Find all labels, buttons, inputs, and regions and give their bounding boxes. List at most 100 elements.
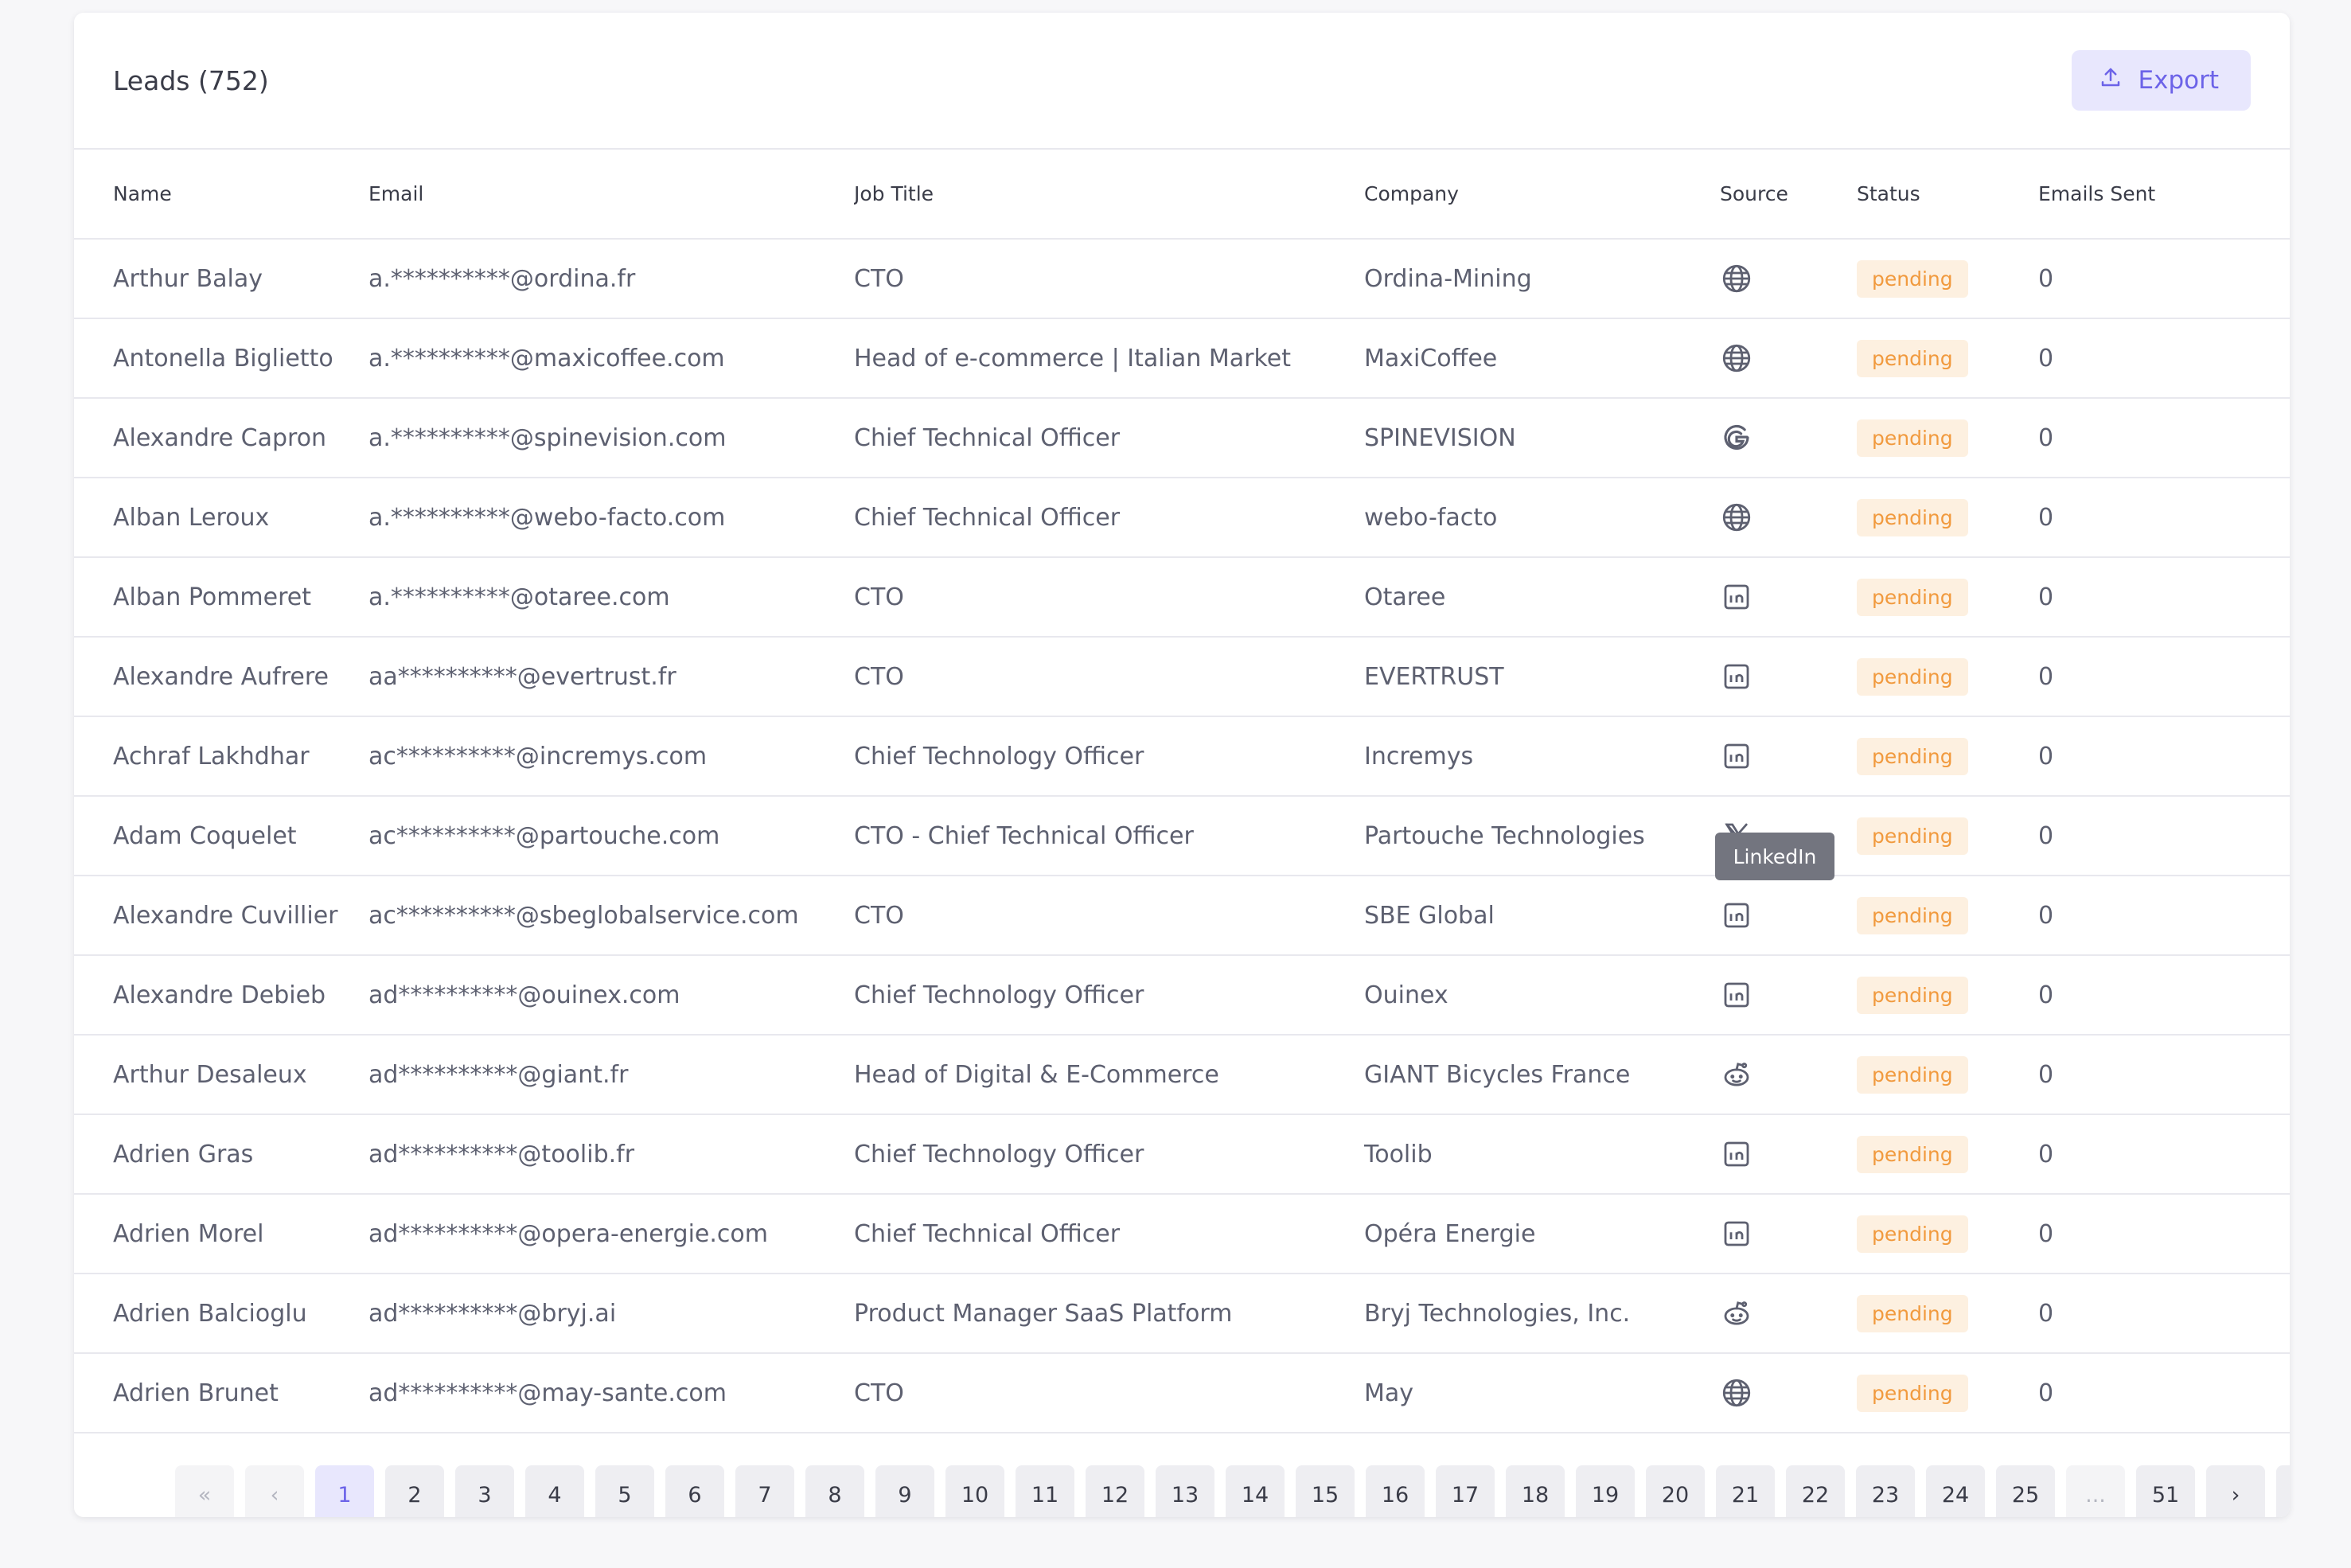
page-button-22[interactable]: 22 [1786,1465,1845,1517]
prev-page-button[interactable]: ‹ [245,1465,304,1517]
column-header-company[interactable]: Company [1364,150,1720,240]
page-button-11[interactable]: 11 [1016,1465,1074,1517]
page-button-3[interactable]: 3 [455,1465,514,1517]
leads-card: Leads (752) Export Name Email Job Title … [74,13,2290,1517]
status-badge: pending [1857,419,1968,457]
table-row[interactable]: Arthur Balay a.**********@ordina.fr CTO Ord… [74,239,2290,318]
linkedin-icon[interactable] [1720,660,1753,693]
lead-emails-sent: 0 [2038,1299,2054,1328]
page-button-13[interactable]: 13 [1156,1465,1214,1517]
lead-job-title: Product Manager SaaS Platform [854,1299,1233,1328]
linkedin-icon[interactable] [1720,1217,1753,1250]
lead-source [1720,955,1857,1035]
linkedin-icon[interactable] [1720,899,1753,932]
column-header-source[interactable]: Source [1720,150,1857,240]
reddit-icon[interactable] [1720,1297,1753,1330]
page-button-15[interactable]: 15 [1296,1465,1355,1517]
table-row[interactable]: Alban Pommeret a.**********@otaree.com CTO… [74,557,2290,637]
lead-job-title: Chief Technical Officer [854,503,1121,532]
lead-source [1720,1114,1857,1194]
lead-status: pending [1857,1035,2038,1114]
page-button-24[interactable]: 24 [1926,1465,1985,1517]
page-button-7[interactable]: 7 [735,1465,794,1517]
lead-source [1720,1353,1857,1433]
next-page-button[interactable]: › [2206,1465,2265,1517]
page-button-20[interactable]: 20 [1646,1465,1705,1517]
lead-status: pending [1857,478,2038,557]
table-row[interactable]: Alexandre Cuvillier ac**********@sbegloba… [74,876,2290,955]
lead-company: Ordina-Mining [1364,264,1532,293]
lead-emails-sent: 0 [2038,423,2054,452]
lead-job-title: Chief Technology Officer [854,981,1144,1009]
table-row[interactable]: Alexandre Aufrere aa**********@evertrust.… [74,637,2290,716]
lead-source [1720,1274,1857,1353]
column-header-emails-sent[interactable]: Emails Sent [2038,150,2290,240]
page-button-1[interactable]: 1 [315,1465,374,1517]
page-button-18[interactable]: 18 [1506,1465,1565,1517]
page-button-10[interactable]: 10 [945,1465,1004,1517]
page-button-14[interactable]: 14 [1226,1465,1285,1517]
page-button-2[interactable]: 2 [385,1465,444,1517]
status-badge: pending [1857,976,1968,1014]
page-button-17[interactable]: 17 [1436,1465,1495,1517]
lead-emails-sent: 0 [2038,503,2054,532]
table-row[interactable]: Alexandre Capron a.**********@spinevision… [74,398,2290,478]
lead-source [1720,876,1857,955]
lead-job-title: CTO [854,662,904,691]
reddit-icon[interactable] [1720,1058,1753,1091]
table-row[interactable]: Arthur Desaleux ad**********@giant.fr Head… [74,1035,2290,1114]
status-badge: pending [1857,578,1968,616]
page-button-6[interactable]: 6 [665,1465,724,1517]
table-row[interactable]: Alexandre Debieb ad**********@ouinex.com C… [74,955,2290,1035]
pagination: «‹ 1 2 3 4 5 6 7 8 9 10 11 12 13 14 15 16 17 18 19 20 21 22 23 2… [175,1465,2290,1517]
globe-icon[interactable] [1720,341,1753,375]
page-button-9[interactable]: 9 [875,1465,934,1517]
table-row[interactable]: Alban Leroux a.**********@webo-facto.com C… [74,478,2290,557]
globe-icon[interactable] [1720,501,1753,534]
page-button-25[interactable]: 25 [1996,1465,2055,1517]
lead-status: pending [1857,1353,2038,1433]
lead-name: Adrien Morel [113,1219,264,1248]
lead-company: Toolib [1364,1140,1433,1168]
page-button-5[interactable]: 5 [595,1465,654,1517]
page-button-4[interactable]: 4 [525,1465,584,1517]
last-page-button[interactable]: » [2276,1465,2290,1517]
lead-email: ad**********@giant.fr [368,1060,629,1089]
column-header-status[interactable]: Status [1857,150,2038,240]
google-icon[interactable] [1720,421,1753,454]
table-row[interactable]: Achraf Lakhdhar ac**********@incremys.com… [74,716,2290,796]
page-button-8[interactable]: 8 [805,1465,864,1517]
page-button-23[interactable]: 23 [1856,1465,1915,1517]
table-row[interactable]: Adam Coquelet ac**********@partouche.com C… [74,796,2290,876]
table-row[interactable]: Adrien Brunet ad**********@may-sante.com C… [74,1353,2290,1433]
table-row[interactable]: Adrien Morel ad**********@opera-energie.c… [74,1194,2290,1274]
export-button[interactable]: Export [2071,50,2251,111]
linkedin-icon[interactable] [1720,580,1753,614]
linkedin-icon[interactable] [1720,739,1753,773]
linkedin-icon[interactable] [1720,1137,1753,1171]
first-page-button[interactable]: « [175,1465,234,1517]
lead-company: SBE Global [1364,901,1495,930]
globe-icon[interactable] [1720,1376,1753,1410]
lead-job-title: Chief Technical Officer [854,423,1121,452]
lead-status: pending [1857,398,2038,478]
page-button-16[interactable]: 16 [1366,1465,1425,1517]
table-row[interactable]: Adrien Balcioglu ad**********@bryj.ai Prod… [74,1274,2290,1353]
table-row[interactable]: Antonella Biglietto a.**********@maxicoff… [74,318,2290,398]
page-button-19[interactable]: 19 [1576,1465,1635,1517]
linkedin-icon[interactable] [1720,978,1753,1012]
lead-email: ad**********@opera-energie.com [368,1219,769,1248]
globe-icon[interactable] [1720,262,1753,295]
lead-status: pending [1857,876,2038,955]
table-row[interactable]: Adrien Gras ad**********@toolib.fr Chief T… [74,1114,2290,1194]
lead-emails-sent: 0 [2038,742,2054,770]
column-header-name[interactable]: Name [74,150,368,240]
lead-name: Adrien Brunet [113,1379,279,1407]
page-button-12[interactable]: 12 [1086,1465,1144,1517]
page-button-21[interactable]: 21 [1716,1465,1775,1517]
lead-name: Alexandre Aufrere [113,662,329,691]
column-header-job-title[interactable]: Job Title [854,150,1364,240]
status-badge: pending [1857,1135,1968,1173]
column-header-email[interactable]: Email [368,150,854,240]
page-button-last[interactable]: 51 [2136,1465,2195,1517]
